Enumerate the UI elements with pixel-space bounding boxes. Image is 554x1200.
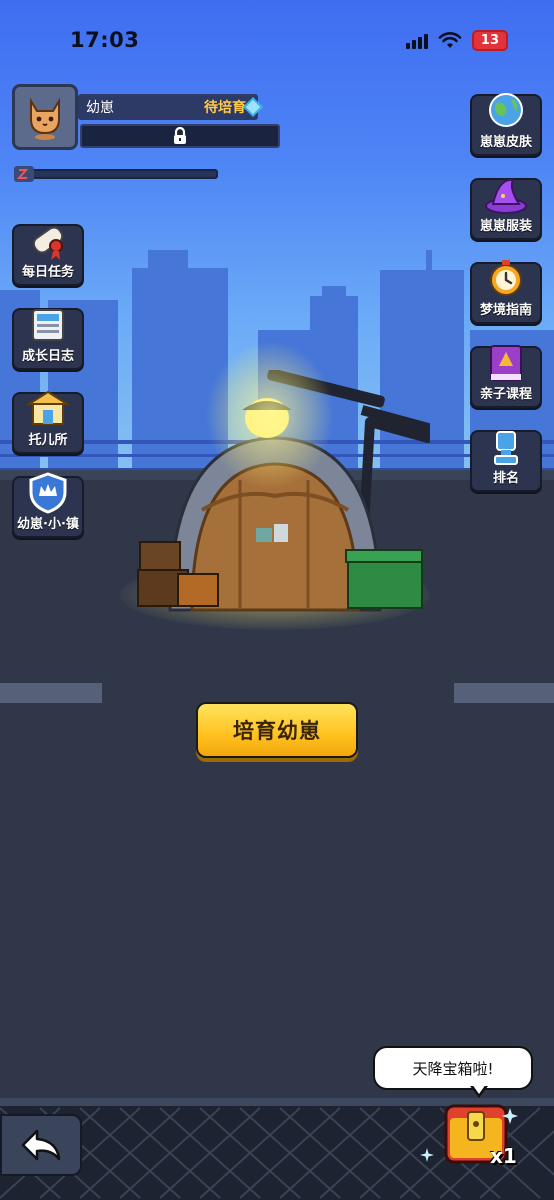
status-time: 17:03 <box>70 28 140 52</box>
bubble-tail-inner <box>472 1084 486 1094</box>
avatar[interactable] <box>12 84 78 150</box>
cat-icon <box>30 97 60 140</box>
cub-town-button[interactable]: 幼崽·小·镇 <box>12 472 84 538</box>
newspaper-icon <box>32 309 64 341</box>
breed-cub-button[interactable]: 培育幼崽 <box>196 702 358 758</box>
chest-speech-bubble: 天降宝箱啦! <box>373 1046 533 1090</box>
pet-status: 待培育 <box>204 100 246 116</box>
cub-outfit-button[interactable]: 崽崽服装 <box>470 178 542 240</box>
wizard-hat-icon <box>485 178 527 214</box>
cub-skin-button[interactable]: 崽崽皮肤 <box>470 93 542 156</box>
trophy-icon <box>494 431 518 465</box>
scroll-icon <box>32 226 64 260</box>
parent-course-button[interactable]: 亲子课程 <box>470 345 542 408</box>
book-icon <box>490 345 522 381</box>
back-arrow-icon <box>21 1129 61 1161</box>
wifi-icon <box>438 31 462 48</box>
planet-icon <box>489 93 523 127</box>
nursery-button[interactable]: 托儿所 <box>12 390 84 454</box>
growth-log-label: 成长日志 <box>21 349 74 364</box>
dream-guide-button[interactable]: 梦境指南 <box>470 260 542 324</box>
battery-indicator: 13 <box>471 30 508 51</box>
growth-log-button[interactable]: 成长日志 <box>12 308 84 370</box>
shield-crown-icon <box>29 472 67 514</box>
status-icons: 13 <box>405 30 508 51</box>
ranking-button[interactable]: 排名 <box>470 430 542 492</box>
sparkle-icon <box>420 1148 434 1162</box>
pet-name: 幼崽 <box>86 100 114 116</box>
locked-progress-bar <box>80 124 280 148</box>
chest-count: x1 <box>490 1144 517 1168</box>
signal-icon <box>405 33 428 49</box>
house-icon <box>25 390 71 425</box>
lock-icon <box>174 127 186 144</box>
lamp-glow <box>205 340 335 490</box>
daily-tasks-button[interactable]: 每日任务 <box>12 224 84 286</box>
sleep-icon <box>14 166 34 182</box>
lane-marking-left <box>0 683 102 703</box>
back-button[interactable] <box>0 1114 82 1176</box>
breed-cub-label: 培育幼崽 <box>233 719 321 743</box>
profile-name-bar: 幼崽 待培育 <box>78 94 258 120</box>
lane-marking-right <box>454 683 554 703</box>
chest-bubble-text: 天降宝箱啦! <box>412 1059 494 1078</box>
alarm-clock-icon <box>490 260 522 296</box>
experience-bar <box>14 166 218 182</box>
